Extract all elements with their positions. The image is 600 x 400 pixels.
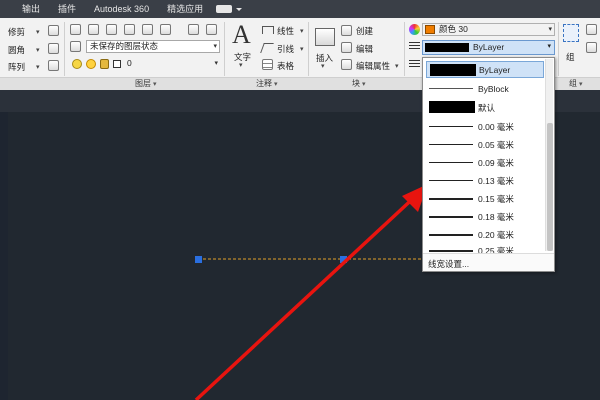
lineweight-option[interactable]: 0.20 毫米 — [426, 226, 544, 243]
lineweight-option[interactable]: 0.09 毫米 — [426, 154, 544, 171]
lineweight-dropdown: ByLayer ByBlock 默认 0.00 毫米 0.05 毫米 0.09 … — [422, 57, 555, 272]
lineweight-settings-label: 线宽设置... — [428, 259, 470, 269]
lineweight-settings-link[interactable]: 线宽设置... — [423, 253, 554, 271]
dropdown-scrollbar[interactable] — [545, 59, 553, 251]
lineweight-option[interactable]: 0.05 毫米 — [426, 136, 544, 153]
lineweight-option[interactable]: 0.13 毫米 — [426, 172, 544, 189]
scrollbar-thumb[interactable] — [547, 123, 553, 251]
lineweight-option[interactable]: 0.00 毫米 — [426, 118, 544, 135]
lineweight-option[interactable]: 0.18 毫米 — [426, 208, 544, 225]
lineweight-option[interactable]: 默认 — [426, 99, 544, 116]
lineweight-option[interactable]: ByLayer — [426, 61, 544, 78]
lineweight-option[interactable]: ByBlock — [426, 80, 544, 97]
grip-left[interactable] — [195, 256, 202, 263]
annotation-arrow-shaft — [194, 190, 422, 400]
lineweight-option[interactable]: 0.15 毫米 — [426, 190, 544, 207]
